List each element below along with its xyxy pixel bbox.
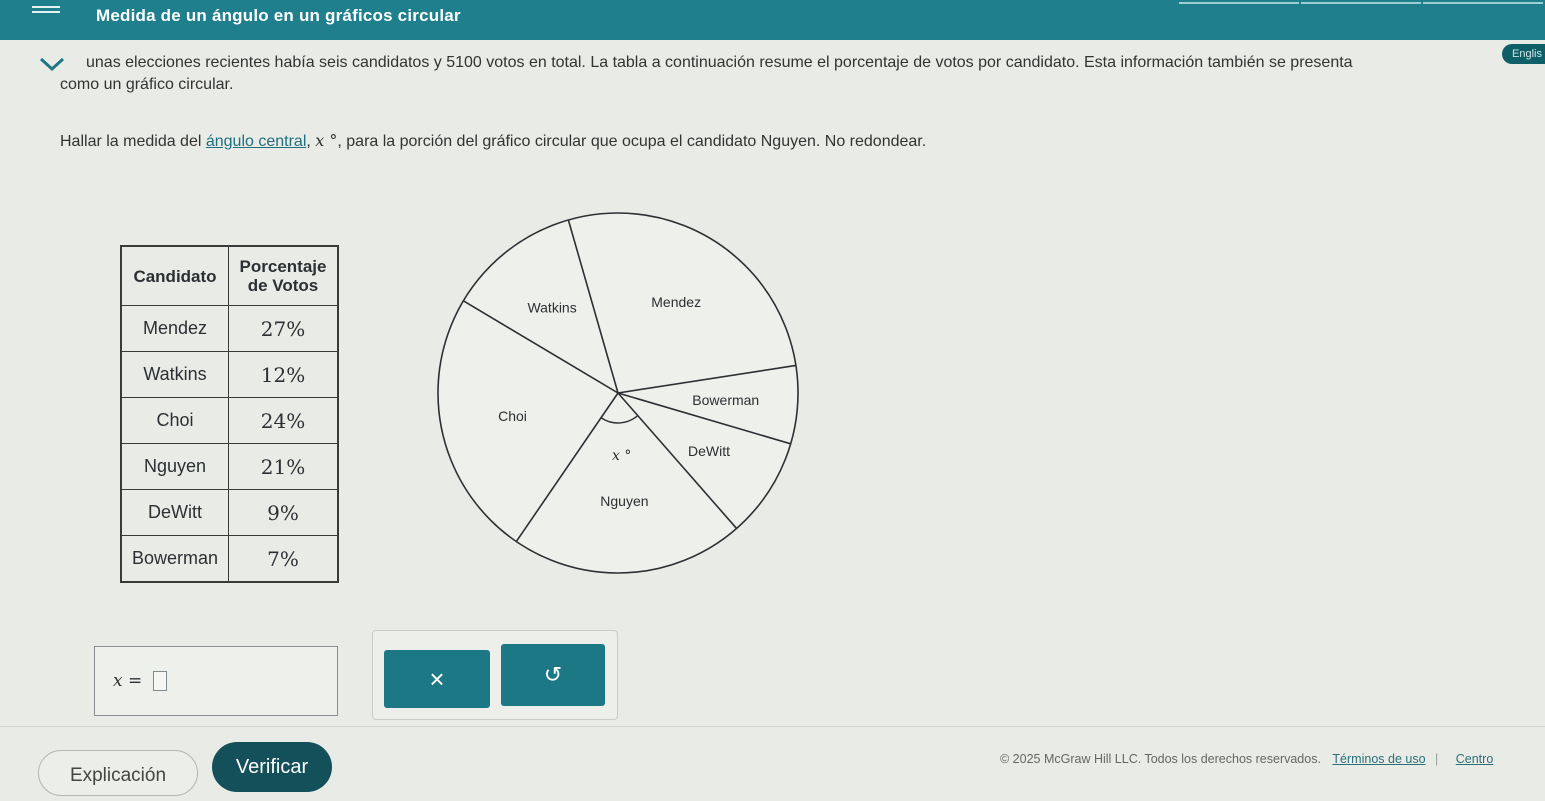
- table-cell-pct: 21%: [228, 443, 339, 490]
- table-cell-name: Watkins: [120, 351, 229, 398]
- angle-arc: [600, 415, 639, 424]
- pie-slice-edge: [515, 392, 619, 542]
- table-header-row: Candidato Porcentaje de Votos: [120, 245, 339, 306]
- language-toggle-button[interactable]: Englis: [1502, 44, 1545, 64]
- copyright-text: © 2025 McGraw Hill LLC. Todos los derech…: [1000, 752, 1321, 766]
- table-cell-pct: 24%: [228, 397, 339, 444]
- table-cell-name: DeWitt: [120, 489, 229, 536]
- pie-slice-edge: [462, 300, 619, 394]
- question-pre: Hallar la medida del: [60, 133, 206, 150]
- progress-tab: [1179, 2, 1299, 8]
- answer-input[interactable]: [153, 671, 167, 691]
- pie-slice-label: DeWitt: [688, 443, 730, 459]
- angle-label: x °: [612, 448, 631, 464]
- table-row: Mendez 27%: [120, 305, 339, 352]
- undo-button[interactable]: ↺: [501, 644, 605, 706]
- problem-line-1: unas elecciones recientes había seis can…: [86, 54, 1353, 71]
- footer-separator: |: [1435, 752, 1439, 766]
- pie-slice-label: Mendez: [651, 294, 701, 310]
- table-cell-name: Bowerman: [120, 535, 229, 583]
- footer: © 2025 McGraw Hill LLC. Todos los derech…: [1000, 752, 1493, 766]
- table-row: Nguyen 21%: [120, 443, 339, 490]
- pie-slice-edge: [617, 364, 797, 394]
- table-cell-pct: 27%: [228, 305, 339, 352]
- explanation-button[interactable]: Explicación: [38, 750, 198, 796]
- pie-slice-label: Watkins: [527, 299, 576, 315]
- pie-outline: [437, 212, 799, 574]
- table-row: Choi 24%: [120, 397, 339, 444]
- problem-statement: unas elecciones recientes había seis can…: [60, 52, 1490, 96]
- center-link[interactable]: Centro: [1456, 752, 1494, 766]
- pie-slice-label: Bowerman: [692, 392, 759, 408]
- pie-slice-edge: [567, 219, 619, 394]
- table-cell-pct: 9%: [228, 489, 339, 536]
- answer-box: x =: [94, 646, 338, 716]
- table-cell-pct: 7%: [228, 535, 339, 583]
- table-row: Watkins 12%: [120, 351, 339, 398]
- pie-slice-label: Nguyen: [600, 493, 648, 509]
- table-cell-name: Nguyen: [120, 443, 229, 490]
- clear-button[interactable]: ×: [384, 650, 490, 708]
- table-cell-pct: 12%: [228, 351, 339, 398]
- table-row: DeWitt 9%: [120, 489, 339, 536]
- progress-tab: [1301, 2, 1421, 8]
- page-title: Medida de un ángulo en un gráficos circu…: [96, 6, 461, 25]
- question-post: , para la porción del gráfico circular q…: [337, 133, 927, 150]
- pie-slice-label: Choi: [498, 408, 527, 424]
- progress-tabs: [1179, 0, 1545, 40]
- problem-line-2: como un gráfico circular.: [60, 76, 234, 93]
- progress-tab: [1423, 2, 1543, 8]
- table-cell-name: Choi: [120, 397, 229, 444]
- pie-slice-edge: [617, 392, 791, 445]
- question-variable: x °: [315, 131, 338, 150]
- table-cell-name: Mendez: [120, 305, 229, 352]
- divider: [0, 726, 1545, 727]
- terms-link[interactable]: Términos de uso: [1332, 752, 1425, 766]
- question-text: Hallar la medida del ángulo central, x °…: [60, 131, 927, 150]
- votes-table: Candidato Porcentaje de Votos Mendez 27%…: [120, 245, 339, 583]
- table-row: Bowerman 7%: [120, 535, 339, 583]
- top-bar: Medida de un ángulo en un gráficos circu…: [0, 0, 1545, 40]
- central-angle-link[interactable]: ángulo central: [206, 133, 307, 150]
- menu-icon[interactable]: [32, 6, 60, 18]
- table-header-percentage: Porcentaje de Votos: [228, 245, 339, 306]
- answer-label: x =: [113, 671, 143, 691]
- table-header-candidate: Candidato: [120, 245, 229, 306]
- pie-slice-edge: [617, 392, 738, 529]
